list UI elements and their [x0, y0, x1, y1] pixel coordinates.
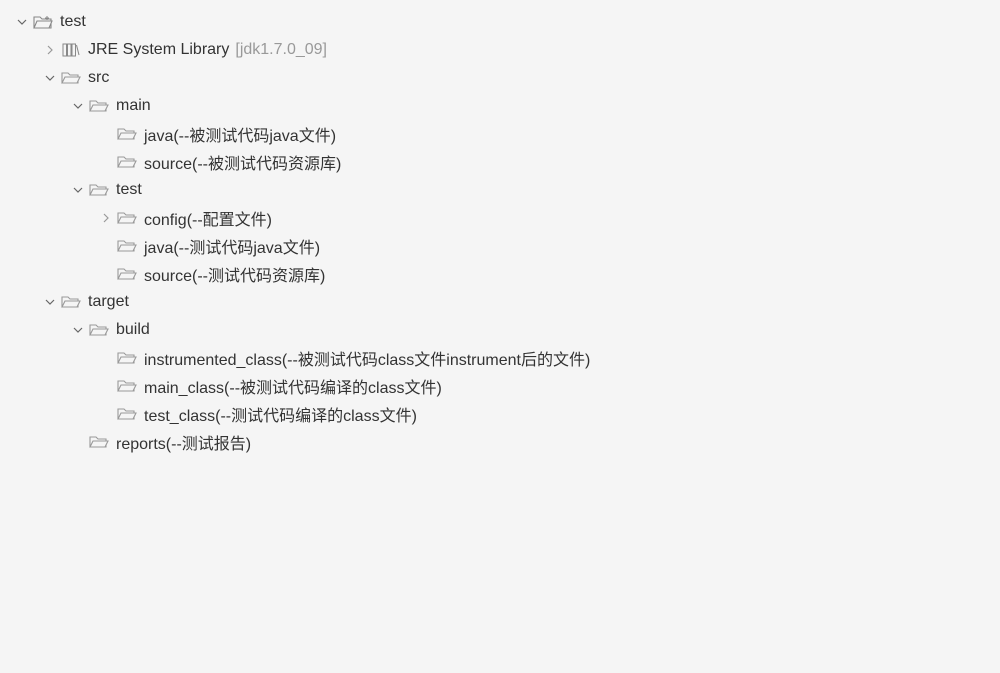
folder-open-icon: [116, 237, 138, 255]
tree-row[interactable]: JRE System Library [jdk1.7.0_09]: [42, 36, 1000, 64]
tree-node-build[interactable]: build: [70, 316, 1000, 428]
tree-node-java-main[interactable]: java(--被测试代码java文件): [98, 120, 1000, 148]
folder-open-icon: [88, 433, 110, 451]
tree-label: main_class(--被测试代码编译的class文件): [144, 374, 442, 398]
folder-open-icon: [116, 265, 138, 283]
tree-node-reports[interactable]: reports(--测试报告): [70, 428, 1000, 456]
tree-node-main-class[interactable]: main_class(--被测试代码编译的class文件): [98, 372, 1000, 400]
expand-collapse-icon[interactable]: [70, 98, 86, 114]
tree-children: JRE System Library [jdk1.7.0_09]: [14, 36, 1000, 456]
tree-children: build: [42, 316, 1000, 456]
folder-open-icon: [116, 125, 138, 143]
tree-label: main: [116, 97, 151, 115]
tree-node-instrumented[interactable]: instrumented_class(--被测试代码class文件instrum…: [98, 344, 1000, 372]
tree-node-main[interactable]: main: [70, 92, 1000, 176]
folder-open-icon: [88, 321, 110, 339]
tree-node-test[interactable]: test JRE Sys: [14, 8, 1000, 456]
tree-node-source-test[interactable]: source(--测试代码资源库): [98, 260, 1000, 288]
folder-open-icon: [60, 69, 82, 87]
project-tree: test JRE Sys: [0, 8, 1000, 456]
tree-row[interactable]: source(--被测试代码资源库): [98, 148, 1000, 176]
tree-row[interactable]: reports(--测试报告): [70, 428, 1000, 456]
tree-label: test: [116, 181, 142, 199]
tree-node-source-main[interactable]: source(--被测试代码资源库): [98, 148, 1000, 176]
tree-children: instrumented_class(--被测试代码class文件instrum…: [70, 344, 1000, 428]
expand-collapse-icon[interactable]: [70, 322, 86, 338]
tree-label: source(--测试代码资源库): [144, 262, 325, 286]
tree-node-jre[interactable]: JRE System Library [jdk1.7.0_09]: [42, 36, 1000, 64]
tree-label: test: [60, 13, 86, 31]
expand-collapse-icon[interactable]: [42, 294, 58, 310]
tree-children: config(--配置文件): [70, 204, 1000, 288]
tree-node-target[interactable]: target: [42, 288, 1000, 456]
tree-row[interactable]: config(--配置文件): [98, 204, 1000, 232]
folder-open-icon: [88, 181, 110, 199]
tree-label: instrumented_class(--被测试代码class文件instrum…: [144, 346, 590, 370]
tree-row[interactable]: main: [70, 92, 1000, 120]
tree-label: java(--测试代码java文件): [144, 234, 320, 258]
tree-label: test_class(--测试代码编译的class文件): [144, 402, 417, 426]
folder-open-icon: [116, 405, 138, 423]
expand-collapse-icon[interactable]: [98, 210, 114, 226]
folder-open-icon: [116, 349, 138, 367]
tree-label: target: [88, 293, 129, 311]
tree-label-suffix: [jdk1.7.0_09]: [235, 41, 327, 59]
folder-open-icon: [60, 293, 82, 311]
tree-row[interactable]: test: [14, 8, 1000, 36]
tree-label: java(--被测试代码java文件): [144, 122, 336, 146]
tree-node-src[interactable]: src: [42, 64, 1000, 288]
library-icon: [60, 41, 82, 59]
tree-node-test-inner[interactable]: test: [70, 176, 1000, 288]
project-icon: [32, 13, 54, 31]
tree-row[interactable]: build: [70, 316, 1000, 344]
expand-collapse-icon[interactable]: [42, 42, 58, 58]
tree-row[interactable]: java(--测试代码java文件): [98, 232, 1000, 260]
tree-label: source(--被测试代码资源库): [144, 150, 341, 174]
tree-row[interactable]: test_class(--测试代码编译的class文件): [98, 400, 1000, 428]
tree-children: main: [42, 92, 1000, 288]
tree-node-test-class[interactable]: test_class(--测试代码编译的class文件): [98, 400, 1000, 428]
tree-row[interactable]: target: [42, 288, 1000, 316]
tree-row[interactable]: instrumented_class(--被测试代码class文件instrum…: [98, 344, 1000, 372]
tree-row[interactable]: test: [70, 176, 1000, 204]
expand-collapse-icon[interactable]: [42, 70, 58, 86]
tree-row[interactable]: main_class(--被测试代码编译的class文件): [98, 372, 1000, 400]
tree-label: src: [88, 69, 109, 87]
folder-open-icon: [116, 209, 138, 227]
folder-open-icon: [88, 97, 110, 115]
tree-row[interactable]: src: [42, 64, 1000, 92]
tree-label: reports(--测试报告): [116, 430, 251, 454]
tree-row[interactable]: source(--测试代码资源库): [98, 260, 1000, 288]
folder-open-icon: [116, 377, 138, 395]
tree-label: build: [116, 321, 150, 339]
tree-label: JRE System Library: [88, 41, 229, 59]
folder-open-icon: [116, 153, 138, 171]
tree-label: config(--配置文件): [144, 206, 272, 230]
tree-node-java-test[interactable]: java(--测试代码java文件): [98, 232, 1000, 260]
tree-row[interactable]: java(--被测试代码java文件): [98, 120, 1000, 148]
tree-node-config[interactable]: config(--配置文件): [98, 204, 1000, 232]
expand-collapse-icon[interactable]: [14, 14, 30, 30]
tree-children: java(--被测试代码java文件): [70, 120, 1000, 176]
expand-collapse-icon[interactable]: [70, 182, 86, 198]
